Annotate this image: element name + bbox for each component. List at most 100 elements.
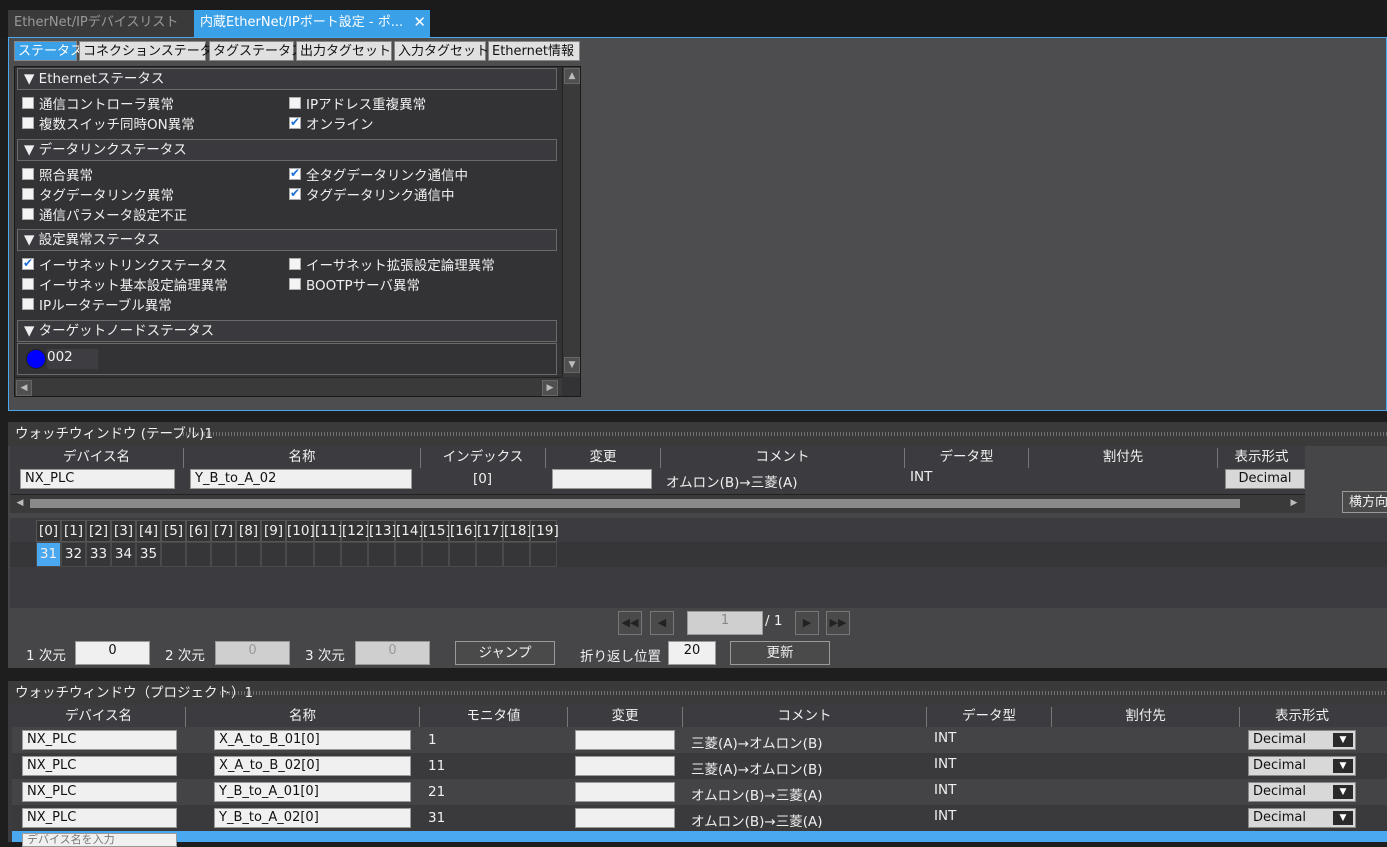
change-value-field[interactable] [575,782,675,802]
device-name-field[interactable]: NX_PLC [20,469,175,489]
array-value-cell[interactable] [236,542,261,567]
prev-page-icon[interactable]: ◀ [650,611,674,635]
array-value-cell[interactable] [476,542,503,567]
array-value-cell[interactable] [341,542,368,567]
array-value-cell[interactable] [449,542,476,567]
col-header-datatype[interactable]: データ型 [904,448,1028,468]
array-value-cell[interactable] [261,542,286,567]
chevron-down-icon[interactable]: ▼ [1333,759,1353,773]
array-value-cell[interactable] [186,542,211,567]
device-name-field[interactable]: NX_PLC [22,808,177,828]
col-header-datatype[interactable]: データ型 [926,707,1051,727]
col-header-name[interactable]: 名称 [185,707,419,727]
section-datalink-status[interactable]: ▼ データリンクステータス [17,139,557,161]
dim2-field[interactable]: 0 [215,641,290,665]
chevron-down-icon[interactable]: ▼ [1333,733,1353,747]
jump-button[interactable]: ジャンプ [455,641,555,665]
change-value-field[interactable] [552,469,652,489]
col-header-device[interactable]: デバイス名 [12,707,185,727]
close-icon[interactable]: ✕ [413,10,426,35]
array-value-cell[interactable] [368,542,395,567]
col-header-comment[interactable]: コメント [660,448,904,468]
dim3-field[interactable]: 0 [355,641,430,665]
change-value-field[interactable] [575,756,675,776]
device-name-field[interactable]: NX_PLC [22,782,177,802]
display-format-select[interactable]: Decimal [1225,469,1305,489]
update-button[interactable]: 更新 [730,641,830,665]
variable-name-field[interactable]: Y_B_to_A_02 [190,469,412,489]
display-format-select[interactable]: Decimal ▼ [1248,730,1356,750]
col-header-device[interactable]: デバイス名 [10,448,183,468]
device-name-field[interactable]: NX_PLC [22,730,177,750]
tab-tag-status[interactable]: タグステータス [209,41,304,61]
variable-name-field[interactable]: X_A_to_B_01[0] [214,730,411,750]
chevron-down-icon[interactable]: ▼ [1333,785,1353,799]
table-row[interactable]: NX_PLC X_A_to_B_02[0] 11 三菱(A)→オムロン(B) INT De… [12,753,1387,779]
col-header-assign[interactable]: 割付先 [1051,707,1239,727]
variable-name-field[interactable]: X_A_to_B_02[0] [214,756,411,776]
section-ethernet-status[interactable]: ▼ Ethernetステータス [17,68,557,90]
table-row[interactable]: NX_PLC Y_B_to_A_01[0] 21 オムロン(B)→三菱(A) INT De… [12,779,1387,805]
array-value-cell[interactable]: 33 [86,542,111,567]
col-header-change[interactable]: 変更 [567,707,682,727]
new-row[interactable]: デバイス名を入力 [12,831,1387,847]
tab-input-tag-set[interactable]: 入力タグセット [394,41,489,61]
array-value-cell[interactable] [395,542,422,567]
vertical-scrollbar[interactable]: ▲ ▼ [562,67,580,377]
display-format-select[interactable]: Decimal ▼ [1248,756,1356,776]
tab-builtin-ethernet-port-settings[interactable]: 内蔵EtherNet/IPポート設定 - ポ... ✕ [194,10,430,37]
tab-connection-status[interactable]: コネクションステータス [79,41,226,61]
first-page-icon[interactable]: ◀◀ [618,611,642,635]
array-value-cell[interactable] [530,542,557,567]
tab-ethernet-ip-device-list[interactable]: EtherNet/IPデバイスリスト [8,10,194,37]
last-page-icon[interactable]: ▶▶ [826,611,850,635]
scrollbar-thumb[interactable] [30,499,1240,508]
device-name-field[interactable]: NX_PLC [22,756,177,776]
array-value-cell[interactable]: 34 [111,542,136,567]
tab-status[interactable]: ステータス [14,41,83,61]
array-value-cell[interactable] [314,542,341,567]
display-format-select[interactable]: Decimal ▼ [1248,808,1356,828]
tab-ethernet-info[interactable]: Ethernet情報 [488,41,580,61]
tab-output-tag-set[interactable]: 出力タグセット [296,41,392,61]
section-target-node-status[interactable]: ▼ ターゲットノードステータス [17,320,557,342]
scroll-right-icon[interactable]: ▶ [1286,496,1302,512]
scroll-up-icon[interactable]: ▲ [564,68,580,84]
section-config-error-status[interactable]: ▼ 設定異常ステータス [17,229,557,251]
change-value-field[interactable] [575,730,675,750]
array-value-cell[interactable] [286,542,314,567]
scroll-left-icon[interactable]: ◀ [12,496,28,512]
display-format-select[interactable]: Decimal ▼ [1248,782,1356,802]
scroll-left-icon[interactable]: ◀ [16,380,32,396]
dim1-field[interactable]: 0 [75,641,150,665]
chevron-down-icon[interactable]: ▼ [1333,811,1353,825]
array-value-cell[interactable] [211,542,236,567]
col-header-index[interactable]: インデックス [420,448,545,468]
table-row[interactable]: NX_PLC Y_B_to_A_02[0] 31 オムロン(B)→三菱(A) INT De… [12,805,1387,831]
col-header-comment[interactable]: コメント [682,707,926,727]
variable-name-field[interactable]: Y_B_to_A_01[0] [214,782,411,802]
col-header-monitor-value[interactable]: モニタ値 [419,707,567,727]
col-header-assign[interactable]: 割付先 [1028,448,1217,468]
wrap-position-field[interactable]: 20 [668,641,716,665]
change-value-field[interactable] [575,808,675,828]
table-row[interactable]: NX_PLC X_A_to_B_01[0] 1 三菱(A)→オムロン(B) INT Dec… [12,727,1387,753]
table-horizontal-scrollbar[interactable]: ◀ ▶ [10,494,1305,513]
new-device-name-field[interactable]: デバイス名を入力 [22,833,177,847]
page-number-field[interactable]: 1 [687,611,763,635]
col-header-change[interactable]: 変更 [545,448,660,468]
array-value-cell[interactable] [422,542,449,567]
next-page-icon[interactable]: ▶ [795,611,819,635]
array-value-cell[interactable] [161,542,186,567]
col-header-name[interactable]: 名称 [183,448,420,468]
horizontal-scrollbar[interactable]: ◀ ▶ [15,377,562,396]
col-header-format[interactable]: 表示形式 [1239,707,1364,727]
array-value-cell[interactable]: 35 [136,542,161,567]
scroll-down-icon[interactable]: ▼ [564,357,580,373]
array-value-cell[interactable] [503,542,530,567]
scroll-right-icon[interactable]: ▶ [542,380,558,396]
array-value-cell[interactable]: 32 [61,542,86,567]
array-value-cell[interactable]: 31 [36,542,61,567]
variable-name-field[interactable]: Y_B_to_A_02[0] [214,808,411,828]
col-header-format[interactable]: 表示形式 [1217,448,1305,468]
